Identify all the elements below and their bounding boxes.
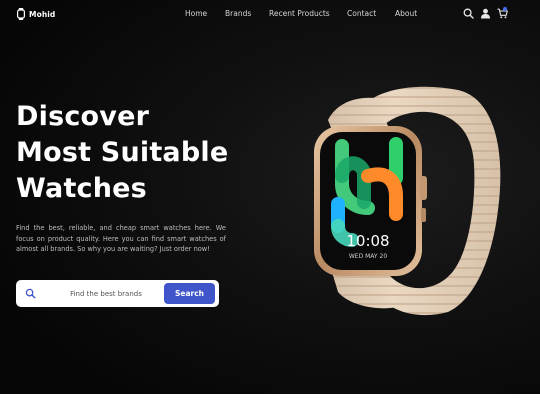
nav-links: Home Brands Recent Products Contact Abou… [0,9,540,21]
navbar: Mohid Home Brands Recent Products Contac… [0,0,540,28]
user-icon[interactable] [480,8,491,19]
hero-description: Find the best, reliable, and cheap smart… [16,224,226,253]
nav-link-brands[interactable]: Brands [225,9,251,18]
nav-link-recent-products[interactable]: Recent Products [269,9,330,18]
hero-title-line: Watches [16,173,147,204]
hero-title: Discover Most Suitable Watches [16,99,276,207]
hero-title-line: Discover [16,101,150,132]
nav-link-contact[interactable]: Contact [347,9,376,18]
hero-title-line: Most Suitable [16,137,229,168]
search-bar: Search [16,280,219,307]
cart-badge [503,7,507,11]
search-icon [25,288,36,299]
watch-date: WED MAY 20 [349,253,387,260]
watch-time: 10:08 [346,232,389,250]
nav-link-about[interactable]: About [395,9,417,18]
search-button[interactable]: Search [164,283,215,304]
search-icon[interactable] [463,8,474,19]
nav-link-home[interactable]: Home [185,9,207,18]
landing-page: Mohid Home Brands Recent Products Contac… [0,0,540,394]
search-input[interactable] [50,285,162,302]
smartwatch-image: 10:08 WED MAY 20 [314,86,501,316]
